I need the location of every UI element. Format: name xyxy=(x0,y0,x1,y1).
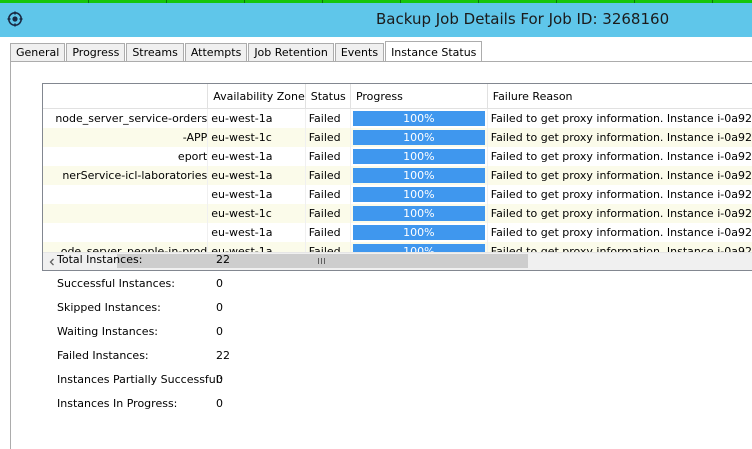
progress-text: 100% xyxy=(403,169,435,182)
scrollbar-grip xyxy=(318,258,327,264)
failure-reason-cell: Failed to get proxy information. Instanc… xyxy=(487,128,752,147)
progress-bar: 100% xyxy=(352,187,485,202)
zone-cell: eu-west-1c xyxy=(207,204,306,223)
progress-text: 100% xyxy=(403,131,435,144)
failure-reason-cell: Failed to get proxy information. Instanc… xyxy=(487,147,752,166)
instance-name-cell xyxy=(43,204,209,223)
failure-reason-cell: Failed to get proxy information. Instanc… xyxy=(487,108,752,128)
stat-value: 0 xyxy=(216,301,223,314)
stat-label: Failed Instances: xyxy=(57,349,149,362)
stat-value: 22 xyxy=(216,349,230,362)
table-row[interactable]: eu-west-1a Failed 100% Failed to get pro… xyxy=(43,223,752,242)
zone-cell: eu-west-1a xyxy=(207,166,306,185)
table-row[interactable]: eu-west-1a Failed 100% Failed to get pro… xyxy=(43,185,752,204)
window-title: Backup Job Details For Job ID: 3268160 xyxy=(376,10,670,28)
stat-label: Total Instances: xyxy=(57,253,143,266)
zone-cell: eu-west-1a xyxy=(207,108,306,128)
stat-value: 0 xyxy=(216,277,223,290)
instance-table: Availability Zone Status Progress Failur… xyxy=(43,84,752,261)
progress-cell: 100% xyxy=(350,128,488,147)
progress-text: 100% xyxy=(403,207,435,220)
progress-cell: 100% xyxy=(350,204,488,223)
column-header-progress[interactable]: Progress xyxy=(350,84,488,109)
title-bar: Backup Job Details For Job ID: 3268160 xyxy=(0,3,752,37)
progress-bar: 100% xyxy=(352,149,485,164)
failure-reason-cell: Failed to get proxy information. Instanc… xyxy=(487,223,752,242)
column-header-status[interactable]: Status xyxy=(305,84,351,109)
progress-cell: 100% xyxy=(350,185,488,204)
column-header-availability-zone[interactable]: Availability Zone xyxy=(207,84,306,109)
instance-name-cell xyxy=(43,223,209,242)
table-row[interactable]: -APP eu-west-1c Failed 100% Failed to ge… xyxy=(43,128,752,147)
table-header-row: Availability Zone Status Progress Failur… xyxy=(43,84,752,109)
failure-reason-cell: Failed to get proxy information. Instanc… xyxy=(487,166,752,185)
scrollbar-thumb[interactable] xyxy=(117,254,528,268)
gear-icon[interactable] xyxy=(7,11,23,27)
progress-bar: 100% xyxy=(352,168,485,183)
stat-label: Successful Instances: xyxy=(57,277,175,290)
status-cell: Failed xyxy=(305,185,351,204)
tab-instance-status[interactable]: Instance Status xyxy=(385,41,483,63)
status-cell: Failed xyxy=(305,147,351,166)
tab-strip: General Progress Streams Attempts Job Re… xyxy=(10,40,483,63)
instance-name-cell: -APP xyxy=(43,128,209,147)
stat-label: Instances Partially Successful: xyxy=(57,373,223,386)
progress-cell: 100% xyxy=(350,223,488,242)
status-cell: Failed xyxy=(305,223,351,242)
progress-text: 100% xyxy=(403,226,435,239)
stat-label: Skipped Instances: xyxy=(57,301,161,314)
zone-cell: eu-west-1c xyxy=(207,128,306,147)
progress-cell: 100% xyxy=(350,108,488,128)
table-row[interactable]: eport eu-west-1a Failed 100% Failed to g… xyxy=(43,147,752,166)
column-header-failure-reason[interactable]: Failure Reason xyxy=(487,84,752,109)
instance-name-cell: eport xyxy=(43,147,209,166)
table-row[interactable]: eu-west-1c Failed 100% Failed to get pro… xyxy=(43,204,752,223)
tab-events[interactable]: Events xyxy=(334,43,385,62)
stat-value: 0 xyxy=(216,397,223,410)
zone-cell: eu-west-1a xyxy=(207,147,306,166)
stat-value: 0 xyxy=(216,325,223,338)
tab-general[interactable]: General xyxy=(10,43,66,62)
progress-text: 100% xyxy=(403,188,435,201)
progress-cell: 100% xyxy=(350,147,488,166)
progress-cell: 100% xyxy=(350,166,488,185)
instance-name-cell: node_server_service-orders xyxy=(43,108,209,128)
zone-cell: eu-west-1a xyxy=(207,223,306,242)
status-cell: Failed xyxy=(305,108,351,128)
horizontal-scrollbar[interactable] xyxy=(43,252,752,270)
stat-label: Instances In Progress: xyxy=(57,397,178,410)
tab-job-retention[interactable]: Job Retention xyxy=(248,43,334,62)
progress-bar: 100% xyxy=(352,225,485,240)
status-cell: Failed xyxy=(305,128,351,147)
progress-bar: 100% xyxy=(352,130,485,145)
stat-value: 0 xyxy=(216,373,223,386)
status-cell: Failed xyxy=(305,204,351,223)
column-header-instance[interactable] xyxy=(43,84,209,109)
failure-reason-cell: Failed to get proxy information. Instanc… xyxy=(487,185,752,204)
progress-text: 100% xyxy=(403,150,435,163)
instance-grid: Availability Zone Status Progress Failur… xyxy=(42,83,752,271)
failure-reason-cell: Failed to get proxy information. Instanc… xyxy=(487,204,752,223)
tab-streams[interactable]: Streams xyxy=(126,43,184,62)
tab-attempts[interactable]: Attempts xyxy=(184,43,248,62)
table-row[interactable]: nerService-icl-laboratories eu-west-1a F… xyxy=(43,166,752,185)
tab-progress[interactable]: Progress xyxy=(66,43,126,62)
zone-cell: eu-west-1a xyxy=(207,185,306,204)
stat-value: 22 xyxy=(216,253,230,266)
progress-bar: 100% xyxy=(352,111,485,126)
stat-label: Waiting Instances: xyxy=(57,325,159,338)
progress-bar: 100% xyxy=(352,206,485,221)
progress-text: 100% xyxy=(403,112,435,125)
status-cell: Failed xyxy=(305,166,351,185)
table-row[interactable]: node_server_service-orders eu-west-1a Fa… xyxy=(43,108,752,128)
instance-name-cell xyxy=(43,185,209,204)
instance-name-cell: nerService-icl-laboratories xyxy=(43,166,209,185)
